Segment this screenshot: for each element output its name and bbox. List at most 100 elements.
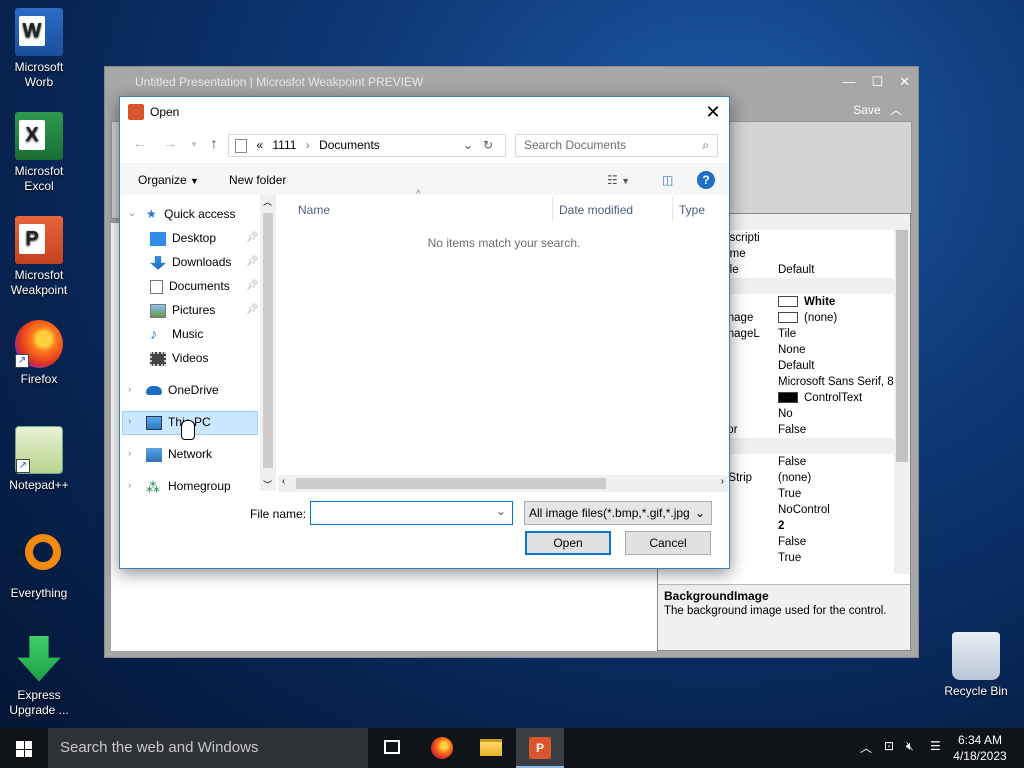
- scrollbar-thumb[interactable]: [296, 478, 606, 489]
- file-type-select[interactable]: All image files(*.bmp,*.gif,*.jpg ⌄: [524, 501, 712, 525]
- nav-item-desktop[interactable]: Desktop 📌︎: [150, 227, 259, 249]
- file-name-input[interactable]: ⌄: [310, 501, 513, 525]
- close-icon[interactable]: ✕: [697, 97, 729, 127]
- help-icon[interactable]: ?: [697, 171, 715, 189]
- expand-arrow-icon[interactable]: ›: [128, 475, 131, 497]
- close-icon[interactable]: ✕: [899, 67, 910, 97]
- task-view-button[interactable]: [368, 728, 416, 768]
- new-folder-button[interactable]: New folder: [229, 173, 286, 187]
- desktop-icon-express-upgrade[interactable]: Express Upgrade ...: [0, 636, 78, 718]
- volume-muted-icon[interactable]: 🔇︎: [906, 739, 914, 754]
- scroll-left-icon[interactable]: ‹: [282, 476, 285, 487]
- property-value[interactable]: False: [778, 422, 806, 438]
- taskbar-weakpoint[interactable]: P: [516, 728, 564, 768]
- nav-item-this-pc[interactable]: › This PC: [126, 411, 211, 433]
- desktop-icon-recycle-bin[interactable]: Recycle Bin: [936, 632, 1016, 699]
- action-center-icon[interactable]: ☰: [930, 739, 941, 753]
- videos-folder-icon: [150, 351, 166, 366]
- property-value[interactable]: False: [778, 534, 806, 550]
- column-divider[interactable]: [552, 197, 553, 221]
- chevron-down-icon[interactable]: ⌄: [692, 502, 705, 524]
- property-value[interactable]: White: [778, 294, 835, 310]
- expand-arrow-icon[interactable]: ›: [128, 411, 131, 433]
- minimize-icon[interactable]: —: [842, 67, 855, 97]
- property-value[interactable]: Default: [778, 262, 814, 278]
- refresh-icon[interactable]: ↻: [483, 135, 493, 156]
- chevron-up-icon[interactable]: ︿: [860, 739, 872, 756]
- expand-arrow-icon[interactable]: ›: [128, 379, 131, 401]
- recent-chevron-icon[interactable]: ▾: [184, 139, 204, 150]
- network-icon[interactable]: ⊡: [884, 739, 894, 753]
- property-value[interactable]: ControlText: [778, 390, 862, 406]
- nav-item-videos[interactable]: Videos: [150, 347, 208, 369]
- scroll-up-icon[interactable]: ︿: [263, 195, 272, 208]
- nav-item-onedrive[interactable]: › OneDrive: [126, 379, 219, 401]
- property-value[interactable]: Default: [778, 358, 814, 374]
- file-list-horizontal-scrollbar[interactable]: ‹ ›: [278, 475, 728, 492]
- chevron-up-icon[interactable]: ︿: [890, 103, 902, 117]
- save-button[interactable]: Save ︿: [853, 101, 902, 118]
- column-header-type[interactable]: Type: [679, 203, 705, 217]
- nav-item-downloads[interactable]: Downloads 📌︎: [150, 251, 259, 273]
- chevron-down-icon[interactable]: ⌄: [463, 135, 473, 156]
- view-options-icon[interactable]: ☷ ▼: [607, 173, 630, 187]
- navigation-pane[interactable]: ⌄ ★ Quick access Desktop 📌︎ Downloads 📌︎…: [120, 195, 276, 495]
- address-overflow[interactable]: «: [256, 138, 263, 152]
- property-value[interactable]: False: [778, 454, 806, 470]
- address-bar[interactable]: « 1111 › Documents ⌄ ↻: [228, 134, 506, 157]
- search-input[interactable]: Search Documents ⌕: [515, 134, 718, 157]
- properties-scrollbar[interactable]: [894, 214, 910, 574]
- property-value[interactable]: Tile: [778, 326, 796, 342]
- preview-pane-icon[interactable]: ◫: [662, 173, 673, 187]
- desktop-icon-notepadpp[interactable]: ↗ Notepad++: [0, 426, 78, 493]
- property-value[interactable]: 2: [778, 518, 784, 534]
- chevron-down-icon[interactable]: ⌄: [496, 504, 506, 518]
- nav-item-pictures[interactable]: Pictures 📌︎: [150, 299, 259, 321]
- taskbar-file-explorer[interactable]: [467, 728, 515, 768]
- nav-item-documents[interactable]: Documents 📌︎: [150, 275, 259, 297]
- up-arrow-icon[interactable]: ↑: [204, 135, 224, 151]
- pin-icon: 📌︎: [246, 280, 259, 291]
- forward-arrow-icon[interactable]: →: [160, 135, 180, 151]
- breadcrumb-documents[interactable]: Documents: [319, 138, 380, 152]
- open-button[interactable]: Open: [525, 531, 611, 555]
- scrollbar-thumb[interactable]: [263, 213, 273, 468]
- property-value[interactable]: None: [778, 342, 806, 358]
- nav-item-quick-access[interactable]: ⌄ ★ Quick access: [126, 203, 235, 225]
- desktop-icon-label: Everything: [10, 586, 68, 600]
- expand-arrow-icon[interactable]: ⌄: [128, 203, 136, 225]
- column-header-date-modified[interactable]: Date modified: [559, 203, 633, 217]
- file-list[interactable]: ^ Name Date modified Type No items match…: [278, 189, 728, 477]
- start-button[interactable]: [0, 728, 48, 768]
- property-value[interactable]: NoControl: [778, 502, 830, 518]
- nav-pane-scrollbar[interactable]: ︿ ﹀: [260, 195, 276, 491]
- scroll-right-icon[interactable]: ›: [721, 476, 724, 487]
- nav-item-network[interactable]: › Network: [126, 443, 212, 465]
- cancel-button[interactable]: Cancel: [625, 531, 711, 555]
- property-value[interactable]: (none): [778, 310, 837, 326]
- scroll-down-icon[interactable]: ﹀: [263, 478, 272, 491]
- desktop-icon-everything[interactable]: Everything: [0, 530, 78, 601]
- taskbar-firefox[interactable]: [418, 728, 466, 768]
- back-arrow-icon[interactable]: ←: [130, 135, 150, 151]
- column-header-name[interactable]: Name: [298, 203, 330, 217]
- search-icon[interactable]: ⌕: [702, 135, 709, 156]
- property-value[interactable]: True: [778, 486, 801, 502]
- desktop-icon-excel[interactable]: X Microsfot Excol: [0, 112, 78, 194]
- desktop-icon-firefox[interactable]: ↗ Firefox: [0, 320, 78, 387]
- property-value[interactable]: (none): [778, 470, 811, 486]
- clock[interactable]: 6:34 AM 4/18/2023: [950, 732, 1010, 764]
- desktop-icon-word[interactable]: W Microsoft Worb: [0, 8, 78, 90]
- column-divider[interactable]: [672, 197, 673, 221]
- organize-button[interactable]: Organize ▼: [138, 173, 199, 187]
- taskbar-search-box[interactable]: Search the web and Windows: [48, 728, 368, 768]
- nav-item-homegroup[interactable]: › ⁂ Homegroup: [126, 475, 231, 497]
- property-value[interactable]: No: [778, 406, 793, 422]
- desktop-icon-powerpoint[interactable]: P Microsfot Weakpoint: [0, 216, 78, 298]
- maximize-icon[interactable]: ☐: [871, 67, 883, 97]
- nav-item-music[interactable]: ♪ Music: [150, 323, 203, 345]
- property-value[interactable]: True: [778, 550, 801, 566]
- property-value[interactable]: Microsoft Sans Serif, 8.2: [778, 374, 903, 390]
- breadcrumb-1111[interactable]: 1111: [272, 138, 296, 152]
- expand-arrow-icon[interactable]: ›: [128, 443, 131, 465]
